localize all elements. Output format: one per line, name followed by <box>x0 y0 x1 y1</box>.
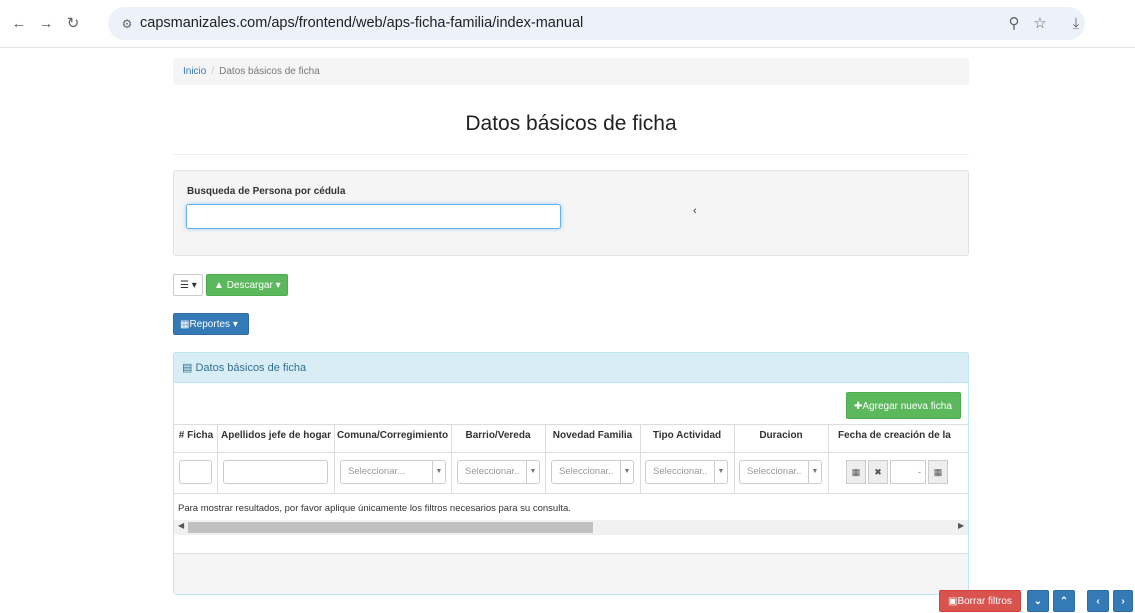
comuna-filter-select[interactable]: Seleccionar... ▼ <box>340 460 446 484</box>
download-button[interactable]: ▲ Descargar ▾ <box>206 274 288 296</box>
column-header-fecha-creacion[interactable]: Fecha de creación de la <box>838 430 968 441</box>
forward-icon[interactable]: → <box>36 14 56 34</box>
select-placeholder: Seleccionar.. <box>747 466 802 477</box>
zoom-icon[interactable]: ⚲ <box>1004 14 1024 34</box>
reports-label: Reportes <box>189 319 231 330</box>
duracion-filter-select[interactable]: Seleccionar.. ▼ <box>739 460 822 484</box>
caret-down-icon: ▼ <box>714 461 727 483</box>
column-header-duracion[interactable]: Duracion <box>735 430 827 441</box>
date-range-separator: - <box>918 467 921 477</box>
panel-heading: ▤ Datos básicos de ficha <box>173 352 969 383</box>
date-range-input[interactable]: - <box>890 460 926 484</box>
chevron-right-icon: › <box>1121 596 1125 607</box>
column-header-tipo-actividad[interactable]: Tipo Actividad <box>641 430 733 441</box>
cedula-search-input[interactable] <box>186 204 561 229</box>
back-icon[interactable]: ← <box>9 14 29 34</box>
chevron-left-icon: ‹ <box>1096 596 1100 607</box>
caret-down-icon: ▾ <box>275 280 281 291</box>
add-label: Agregar nueva ficha <box>862 401 952 412</box>
scroll-right-icon[interactable]: ▶ <box>958 521 964 530</box>
title-divider <box>173 154 969 155</box>
calendar-icon[interactable]: ▦ <box>846 460 866 484</box>
download-label: Descargar <box>226 280 273 291</box>
calendar-icon[interactable]: ▦ <box>928 460 948 484</box>
panel-title: Datos básicos de ficha <box>195 362 307 374</box>
table-list-icon: ▤ <box>182 362 193 374</box>
search-label: Busqueda de Persona por cédula <box>187 186 346 197</box>
scrollbar-thumb[interactable] <box>188 522 593 533</box>
column-divider <box>828 424 829 494</box>
panel-footer <box>174 553 968 594</box>
chevron-up-icon: ⌃ <box>1059 596 1069 607</box>
caret-down-icon: ▼ <box>808 461 821 483</box>
export-icon: ▲ <box>214 280 224 291</box>
clear-x-icon[interactable]: ✖ <box>868 460 888 484</box>
download-icon[interactable]: ⤓ <box>1066 14 1086 34</box>
list-icon: ☰ <box>180 280 189 291</box>
caret-down-icon: ▼ <box>432 461 445 483</box>
table-header-divider <box>174 452 968 453</box>
breadcrumb: Inicio / Datos básicos de ficha <box>173 58 969 85</box>
filter-hint-text: Para mostrar resultados, por favor apliq… <box>178 503 571 514</box>
chevron-down-icon: ⌄ <box>1033 596 1043 607</box>
tipo-actividad-filter-select[interactable]: Seleccionar.. ▼ <box>645 460 728 484</box>
column-divider <box>217 424 218 494</box>
ficha-filter-input[interactable] <box>179 460 212 484</box>
bookmark-star-icon[interactable]: ☆ <box>1030 14 1050 34</box>
caret-down-icon: ▾ <box>232 319 238 330</box>
scroll-left-icon[interactable]: ◀ <box>178 521 184 530</box>
reports-button[interactable]: ▦Reportes ▾ <box>173 313 249 335</box>
column-header-comuna[interactable]: Comuna/Corregimiento <box>335 430 450 441</box>
table-filter-divider <box>174 493 968 494</box>
select-placeholder: Seleccionar.. <box>653 466 708 477</box>
breadcrumb-home-link[interactable]: Inicio <box>183 66 206 77</box>
clear-filters-label: Borrar filtros <box>957 596 1012 607</box>
column-header-apellidos[interactable]: Apellidos jefe de hogar <box>219 430 333 441</box>
site-settings-icon[interactable]: ⚙ <box>118 15 136 33</box>
column-header-ficha[interactable]: # Ficha <box>177 430 215 441</box>
barrio-filter-select[interactable]: Seleccionar.. ▼ <box>457 460 540 484</box>
select-placeholder: Seleccionar.. <box>465 466 520 477</box>
caret-down-icon: ▼ <box>526 461 539 483</box>
caret-down-icon: ▾ <box>188 280 197 291</box>
url-text[interactable]: capsmanizales.com/aps/frontend/web/aps-f… <box>140 15 583 31</box>
breadcrumb-current: Datos básicos de ficha <box>219 66 320 77</box>
apellidos-filter-input[interactable] <box>223 460 328 484</box>
columns-toggle-button[interactable]: ☰ ▾ <box>173 274 203 296</box>
breadcrumb-separator: / <box>211 66 215 77</box>
reload-icon[interactable]: ↻ <box>63 14 83 34</box>
add-new-record-button[interactable]: ✚Agregar nueva ficha <box>846 392 961 419</box>
column-header-barrio[interactable]: Barrio/Vereda <box>452 430 544 441</box>
select-placeholder: Seleccionar.. <box>559 466 614 477</box>
caret-down-icon: ▼ <box>620 461 633 483</box>
page-title: Datos básicos de ficha <box>465 112 677 135</box>
column-header-novedad[interactable]: Novedad Familia <box>546 430 639 441</box>
select-placeholder: Seleccionar... <box>348 466 406 477</box>
fecha-range-filter: ▦ ✖ - ▦ <box>846 460 969 484</box>
table-border-top <box>174 424 968 425</box>
novedad-filter-select[interactable]: Seleccionar.. ▼ <box>551 460 634 484</box>
mouse-cursor-icon: ‹ <box>693 205 697 217</box>
